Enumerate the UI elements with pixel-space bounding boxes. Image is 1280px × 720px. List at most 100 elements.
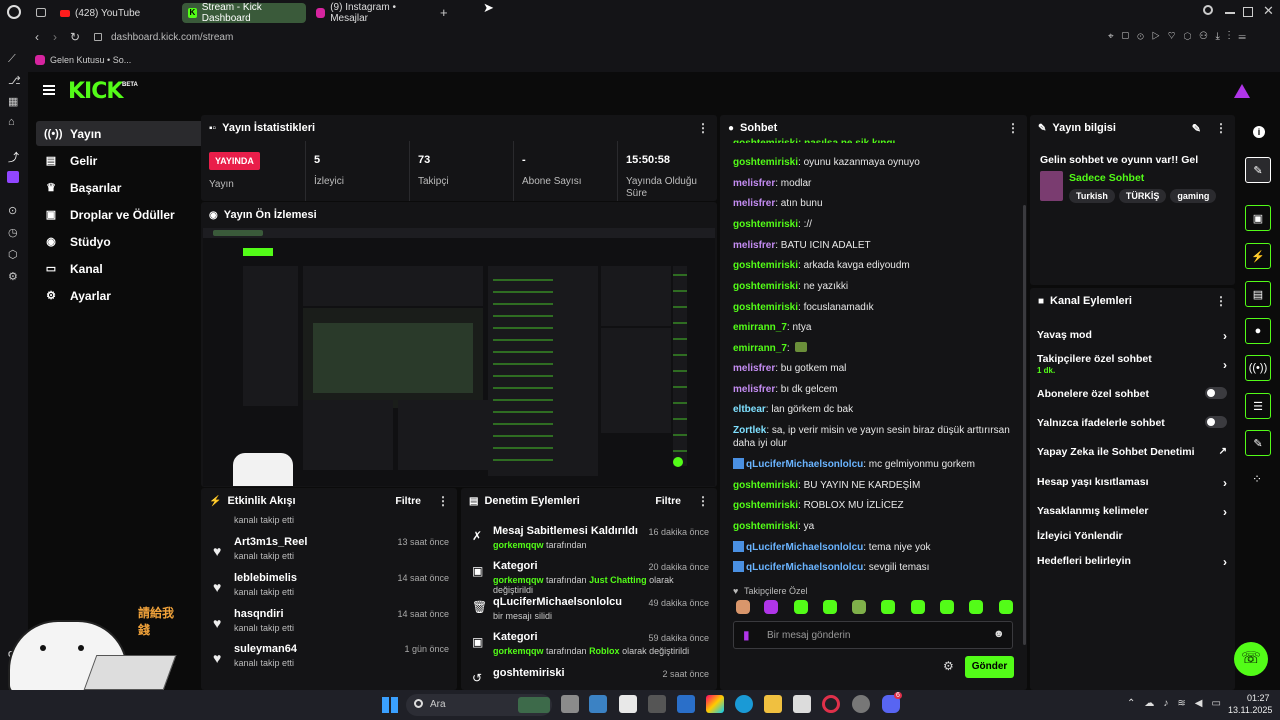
kick-logo[interactable]: KICK — [68, 79, 123, 104]
nav-settings[interactable]: ⚙Ayarlar⌄ — [36, 283, 218, 308]
emote-icon[interactable] — [940, 600, 954, 614]
forward-icon[interactable]: › — [53, 30, 57, 44]
kebab-icon[interactable]: ⋮ — [437, 494, 449, 508]
chat-username[interactable]: eltbear — [733, 404, 766, 415]
kebab-icon[interactable]: ⋮ — [697, 494, 709, 508]
emoji-icon[interactable]: ☻ — [993, 628, 1005, 640]
moderation-filter-button[interactable]: Filtre — [655, 495, 681, 507]
list-item[interactable]: ♥ suleyman64 kanalı takip etti 1 gün önce — [213, 641, 449, 675]
kebab-icon[interactable]: ⋮ — [1215, 121, 1227, 135]
nav-studio[interactable]: ◉Stüdyo⌄ — [36, 229, 218, 254]
windows-start-icon[interactable] — [382, 697, 398, 713]
minimize-icon[interactable] — [1225, 12, 1235, 14]
hamburger-menu-icon[interactable] — [43, 85, 55, 95]
bookmark-inbox[interactable]: Gelen Kutusu • So... — [50, 55, 131, 65]
quick-clip-button[interactable]: ▣ — [1245, 205, 1271, 231]
list-item[interactable]: ↺ goshtemiriski 2 saat önce — [469, 667, 709, 690]
stream-preview-video[interactable] — [203, 228, 715, 486]
reload-icon[interactable]: ↻ — [70, 30, 80, 44]
nav-drops[interactable]: ▣ Droplar ve Ödüller — [36, 202, 218, 227]
list-item[interactable]: ♥ Art3m1s_Reel kanalı takip etti 13 saat ön… — [213, 534, 449, 568]
action-emote-chat[interactable]: Yalnızca ifadelerle sohbet — [1037, 416, 1227, 429]
emote-icon[interactable] — [764, 600, 778, 614]
action-follower-chat[interactable]: Takipçilere özel sohbet › — [1037, 353, 1227, 372]
quick-chat-button[interactable]: ● — [1245, 318, 1271, 344]
app-icon[interactable] — [677, 695, 695, 713]
edge-icon[interactable] — [735, 695, 753, 713]
history-icon[interactable]: ◷ — [8, 226, 18, 239]
tag-chip[interactable]: Turkish — [1069, 189, 1115, 203]
quick-wrench-button[interactable]: ✎ — [1245, 430, 1271, 456]
toggle-switch[interactable] — [1205, 387, 1227, 399]
chat-username[interactable]: goshtemiriski — [733, 500, 798, 511]
chat-username[interactable]: emirrann_7 — [733, 322, 787, 333]
category-name[interactable]: Sadece Sohbet — [1069, 172, 1144, 184]
tab-menu-icon[interactable] — [36, 8, 46, 17]
app-icon[interactable] — [648, 695, 666, 713]
list-item[interactable]: 🗑 qLuciferMichaelsonlolcu bir mesajı silid… — [469, 596, 709, 630]
chat-username[interactable]: goshtemiriski — [733, 521, 798, 532]
emote-icon[interactable] — [969, 600, 983, 614]
chat-scrollbar[interactable] — [1023, 205, 1026, 645]
chat-username[interactable]: Zortlek — [733, 425, 766, 436]
tag-chip[interactable]: TÜRKİŞ — [1118, 189, 1167, 203]
gx-cleaner-icon[interactable]: ⌂ — [8, 116, 15, 128]
list-item[interactable]: ▣ Kategori gorkemqqw tarafından Roblox ola… — [469, 631, 709, 665]
activity-filter-button[interactable]: Filtre — [395, 495, 421, 507]
chat-username[interactable]: melisfrer — [733, 178, 775, 189]
list-item[interactable]: ▣ Kategori gorkemqqw tarafından Just Chatt… — [469, 560, 709, 595]
quick-broadcast-button[interactable]: ((•)) — [1245, 355, 1271, 381]
action-raid[interactable]: İzleyici Yönlendir — [1037, 530, 1227, 542]
list-item[interactable]: ♥ hasqndiri kanalı takip etti 14 saat önce — [213, 606, 449, 640]
opera-gx-logo-icon[interactable] — [7, 5, 21, 19]
toggle-switch[interactable] — [1205, 416, 1227, 428]
emote-icon[interactable] — [852, 600, 866, 614]
nav-revenue[interactable]: ▤ Gelir — [36, 148, 218, 173]
list-item[interactable]: ♥ leblebimelis kanalı takip etti 14 saat ön… — [213, 570, 449, 604]
list-item[interactable]: ✗ Mesaj Sabitlemesi Kaldırıldı gorkemqqw t… — [469, 525, 709, 559]
tab-instagram[interactable]: (9) Instagram • Mesajlar — [310, 2, 434, 24]
player-icon[interactable]: ⊙ — [8, 204, 17, 217]
tray-icons[interactable]: ⌃☁♪≋◀▭ — [1127, 698, 1230, 709]
chat-username[interactable]: emirrann_7 — [733, 343, 787, 354]
opera-gx-icon[interactable] — [822, 695, 840, 713]
chat-username[interactable]: goshtemiriski — [733, 260, 798, 271]
chat-username[interactable]: qLuciferMichaelsonlolcu — [746, 562, 863, 573]
chat-username[interactable]: melisfrer — [733, 198, 775, 209]
chat-settings-icon[interactable]: ⚙ — [943, 659, 954, 673]
emote-icon[interactable] — [823, 600, 837, 614]
action-sub-chat[interactable]: Abonelere özel sohbet — [1037, 387, 1227, 400]
chat-username[interactable]: melisfrer — [733, 384, 775, 395]
chat-username[interactable]: melisfrer — [733, 363, 775, 374]
kebab-icon[interactable]: ⋮ — [697, 121, 709, 135]
taskbar-search[interactable]: Ara — [406, 694, 552, 716]
url-field[interactable]: dashboard.kick.com/stream — [111, 32, 233, 43]
send-button[interactable]: Gönder — [965, 656, 1014, 678]
app-icon[interactable] — [589, 695, 607, 713]
chat-username[interactable]: goshtemiriski — [733, 480, 798, 491]
chat-username[interactable]: goshtemiriski — [733, 302, 798, 313]
chat-username[interactable]: melisfrer — [733, 240, 775, 251]
chat-username[interactable]: qLuciferMichaelsonlolcu — [746, 542, 863, 553]
kebab-icon[interactable]: ⋮ — [1007, 121, 1019, 135]
microphone-icon[interactable]: ▮ — [743, 628, 750, 642]
info-icon[interactable]: i — [1253, 126, 1265, 138]
search-tabs-icon[interactable] — [1203, 5, 1213, 15]
chat-username[interactable]: goshtemiriski — [733, 219, 798, 230]
nav-achievements[interactable]: ♛ Başarılar — [36, 175, 218, 200]
close-icon[interactable]: ✕ — [1263, 3, 1274, 19]
back-icon[interactable]: ‹ — [35, 30, 39, 44]
nav-stream[interactable]: ((•)) Yayın — [36, 121, 218, 146]
extensions-icon[interactable]: ⬡ — [8, 248, 18, 261]
gx-control-icon[interactable]: ⟋ — [8, 53, 16, 66]
chat-username[interactable]: goshtemiriski — [733, 157, 798, 168]
edit-icon[interactable]: ✎ — [1192, 122, 1201, 135]
profile-avatar[interactable] — [1234, 84, 1250, 98]
action-banned-words[interactable]: Yasaklanmış kelimeler › — [1037, 505, 1227, 519]
kick-sidebar-icon[interactable]: ⤴ — [8, 149, 19, 165]
more-dots-icon[interactable]: ⁘ — [1252, 472, 1262, 486]
action-ai-moderation[interactable]: Yapay Zeka ile Sohbet Denetimi ↗ — [1037, 446, 1227, 458]
quick-layout-button[interactable]: ☰ — [1245, 393, 1271, 419]
maximize-icon[interactable] — [1243, 7, 1253, 17]
gx-news-icon[interactable]: ▦ — [8, 95, 18, 108]
